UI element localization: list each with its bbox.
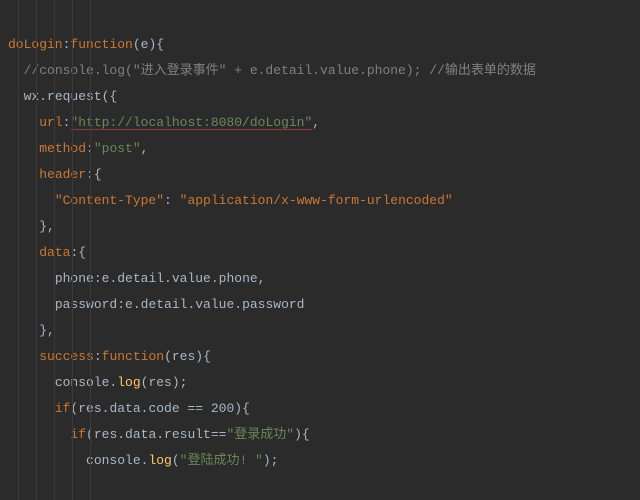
code-line: console.log("登陆成功! "); <box>8 453 278 468</box>
code-line: phone:e.detail.value.phone, <box>8 271 265 286</box>
header-val: "application/x-www-form-urlencoded" <box>180 193 453 208</box>
code-line: if(res.data.code == 200){ <box>8 401 250 416</box>
code-line: success:function(res){ <box>8 349 211 364</box>
header-key: "Content-Type" <box>55 193 164 208</box>
comment: //console.log("进入登录事件" + e.detail.value.… <box>24 63 422 78</box>
code-line: password:e.detail.value.password <box>8 297 304 312</box>
comment-tail: //输出表单的数据 <box>421 63 535 78</box>
prop-key: success <box>39 349 94 364</box>
code-line: data:{ <box>8 245 86 260</box>
code-line: header:{ <box>8 167 102 182</box>
code-line: if(res.data.result=="登录成功"){ <box>8 427 310 442</box>
code-line: wx.request({ <box>8 89 117 104</box>
url-string: "http://localhost:8080/doLogin" <box>70 115 312 130</box>
code-line: "Content-Type": "application/x-www-form-… <box>8 193 453 208</box>
code-line: }, <box>8 323 55 338</box>
prop-key: url <box>39 115 62 130</box>
code-line <box>8 479 16 494</box>
prop-key: header <box>39 167 86 182</box>
keyword-function: function <box>70 37 132 52</box>
log-call: log <box>117 375 140 390</box>
code-line: //console.log("进入登录事件" + e.detail.value.… <box>8 63 536 78</box>
code-line: method:"post", <box>8 141 148 156</box>
code-line: doLogin:function(e){ <box>8 37 164 52</box>
func-name: doLogin <box>8 37 63 52</box>
code-line: }, <box>8 219 55 234</box>
code-editor[interactable]: doLogin:function(e){ //console.log("进入登录… <box>0 0 640 500</box>
prop-key: method <box>39 141 86 156</box>
prop-key: data <box>39 245 70 260</box>
log-call: log <box>148 453 171 468</box>
code-line: console.log(res); <box>8 375 187 390</box>
code-line: url:"http://localhost:8080/doLogin", <box>8 115 320 130</box>
